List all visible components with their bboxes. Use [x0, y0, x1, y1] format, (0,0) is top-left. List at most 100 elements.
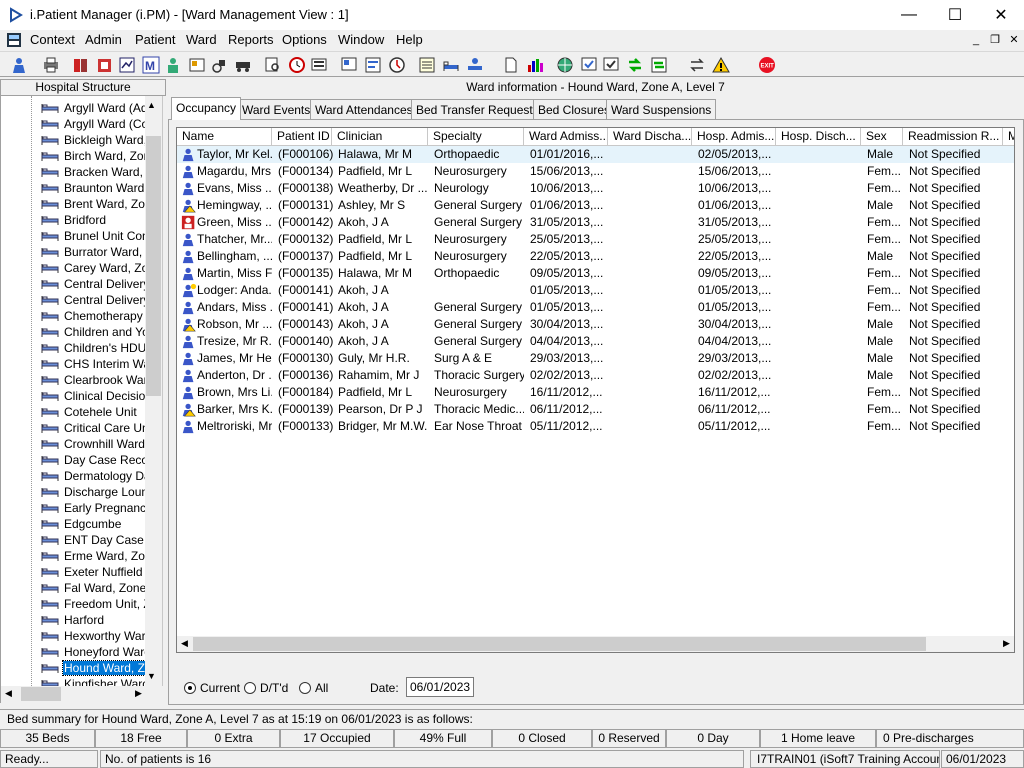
globe-icon[interactable] — [554, 54, 576, 76]
maximize-button[interactable]: ☐ — [932, 0, 978, 30]
table-row[interactable]: Evans, Miss ... (F000138) Weatherby, Dr ..… — [177, 180, 1014, 197]
tab-ward-suspensions[interactable]: Ward Suspensions — [606, 99, 717, 120]
menu-help[interactable]: Help — [396, 32, 423, 47]
table-row[interactable]: Hemingway, ... (F000131) Ashley, Mr S Gener… — [177, 197, 1014, 214]
search-doc-icon[interactable] — [262, 54, 284, 76]
bar-chart-icon[interactable] — [524, 54, 546, 76]
all-radio-label[interactable]: All — [315, 681, 328, 695]
scroll-up-icon[interactable]: ▲ — [147, 100, 156, 110]
current-radio-label[interactable]: Current — [200, 681, 240, 695]
transfer-icon[interactable] — [624, 54, 646, 76]
column-header[interactable]: M — [1003, 128, 1014, 146]
report-icon[interactable] — [362, 54, 384, 76]
monitor-icon[interactable] — [308, 54, 330, 76]
table-row[interactable]: Robson, Mr ... (F000143) Akoh, J A General … — [177, 316, 1014, 333]
table-row[interactable]: Brown, Mrs Li... (F000184) Padfield, Mr L N… — [177, 384, 1014, 401]
document-app-icon[interactable] — [6, 32, 22, 48]
menu-patient[interactable]: Patient — [135, 32, 175, 47]
tab-bed-closures[interactable]: Bed Closures — [533, 99, 616, 120]
tab-ward-attendances[interactable]: Ward Attendances — [310, 99, 418, 120]
mdi-minimize-button[interactable]: _ — [968, 33, 984, 47]
grid-scroll-right-icon[interactable]: ▶ — [1003, 638, 1010, 649]
clock-check-icon[interactable] — [386, 54, 408, 76]
table-row[interactable]: Taylor, Mr Kel... (F000106) Halawa, Mr M Or… — [177, 146, 1014, 163]
minimize-button[interactable]: — — [886, 0, 932, 30]
hospital-structure-tree[interactable]: Argyll Ward (Adul Argyll Ward (Cots Bickle… — [0, 96, 163, 686]
table-row[interactable]: Barker, Mrs K... (F000139) Pearson, Dr P J… — [177, 401, 1014, 418]
occupancy-grid[interactable]: Name Patient ID Clinician Specialty Ward Adm… — [176, 127, 1015, 653]
grid-horizontal-scrollbar[interactable]: ◀ ▶ — [177, 636, 1014, 652]
close-button[interactable]: ✕ — [978, 0, 1024, 30]
tab-ward-events[interactable]: Ward Events — [237, 99, 316, 120]
column-header[interactable]: Specialty — [428, 128, 524, 146]
table-row[interactable]: Thatcher, Mr... (F000132) Padfield, Mr L Ne… — [177, 231, 1014, 248]
swap-icon[interactable] — [686, 54, 708, 76]
column-header[interactable]: Clinician — [332, 128, 428, 146]
table-row[interactable]: James, Mr He... (F000130) Guly, Mr H.R. Sur… — [177, 350, 1014, 367]
tab-bed-transfer-requests[interactable]: Bed Transfer Requests — [411, 99, 544, 120]
nurse-icon[interactable] — [162, 54, 184, 76]
column-header[interactable]: Ward Admiss... — [524, 128, 608, 146]
tree-vertical-scrollbar[interactable]: ▲ ▼ — [145, 96, 162, 686]
column-header[interactable]: Patient ID — [272, 128, 332, 146]
bed-person-icon[interactable] — [464, 54, 486, 76]
verify-icon[interactable] — [600, 54, 622, 76]
menu-admin[interactable]: Admin — [85, 32, 122, 47]
column-header[interactable]: Sex — [861, 128, 903, 146]
table-row[interactable]: Tresize, Mr R... (F000140) Akoh, J A Genera… — [177, 333, 1014, 350]
exit-icon[interactable]: EXIT — [756, 54, 778, 76]
table-row[interactable]: Martin, Miss F... (F000135) Halawa, Mr M Or… — [177, 265, 1014, 282]
chart-icon[interactable] — [116, 54, 138, 76]
menu-reports[interactable]: Reports — [228, 32, 274, 47]
wheelchair-icon[interactable] — [208, 54, 230, 76]
clock-icon[interactable] — [286, 54, 308, 76]
m-icon[interactable]: M — [140, 54, 162, 76]
table-row[interactable]: Anderton, Dr ... (F000136) Rahamim, Mr J Th… — [177, 367, 1014, 384]
dtd-radio-label[interactable]: D/T'd — [260, 681, 288, 695]
card-icon[interactable] — [186, 54, 208, 76]
tab-occupancy[interactable]: Occupancy — [171, 97, 242, 120]
person-icon[interactable] — [8, 54, 30, 76]
scroll-left-icon[interactable]: ◀ — [5, 688, 12, 699]
document-icon[interactable] — [500, 54, 522, 76]
transport-icon[interactable] — [232, 54, 254, 76]
scroll-right-icon[interactable]: ▶ — [135, 688, 142, 699]
column-header[interactable]: Readmission R... — [903, 128, 1003, 146]
warning-icon[interactable] — [710, 54, 732, 76]
mdi-restore-button[interactable]: ❐ — [987, 33, 1003, 47]
column-header[interactable]: Ward Discha... — [608, 128, 692, 146]
green-arrows-icon[interactable] — [648, 54, 670, 76]
current-radio[interactable] — [184, 682, 196, 694]
table-row[interactable]: Andars, Miss ... (F000141) Akoh, J A Genera… — [177, 299, 1014, 316]
clinician-cell: Halawa, Mr M — [338, 266, 413, 280]
table-row[interactable]: Green, Miss ... (F000142) Akoh, J A General… — [177, 214, 1014, 231]
grid-scroll-left-icon[interactable]: ◀ — [181, 638, 188, 649]
menu-context[interactable]: Context — [30, 32, 75, 47]
date-input[interactable] — [406, 677, 474, 697]
bed-icon[interactable] — [440, 54, 462, 76]
column-header[interactable]: Hosp. Disch... — [776, 128, 861, 146]
notes-icon[interactable] — [94, 54, 116, 76]
table-row[interactable]: Bellingham, ... (F000137) Padfield, Mr L Ne… — [177, 248, 1014, 265]
column-header[interactable]: Hosp. Admis... — [692, 128, 776, 146]
scroll-down-icon[interactable]: ▼ — [147, 671, 156, 681]
table-row[interactable]: Meltroriski, Mr... (F000133) Bridger, Mr M… — [177, 418, 1014, 435]
tree-horizontal-scrollbar[interactable]: ◀ ▶ — [0, 686, 163, 703]
grid-scroll-thumb[interactable] — [193, 637, 926, 651]
mdi-close-button[interactable]: ✕ — [1006, 33, 1022, 47]
table-row[interactable]: Magardu, Mrs... (F000134) Padfield, Mr L Ne… — [177, 163, 1014, 180]
menu-options[interactable]: Options — [282, 32, 327, 47]
printer-icon[interactable] — [40, 54, 62, 76]
table-row[interactable]: Lodger: Anda... (F000141) Akoh, J A 01/05/2… — [177, 282, 1014, 299]
tree-scroll-thumb[interactable] — [146, 136, 161, 396]
column-header[interactable]: Name — [177, 128, 272, 146]
menu-ward[interactable]: Ward — [186, 32, 217, 47]
check-doc-icon[interactable] — [578, 54, 600, 76]
list-icon[interactable] — [416, 54, 438, 76]
tree-hscroll-thumb[interactable] — [21, 687, 61, 701]
all-radio[interactable] — [299, 682, 311, 694]
screen-icon[interactable] — [338, 54, 360, 76]
menu-window[interactable]: Window — [338, 32, 384, 47]
books-icon[interactable] — [70, 54, 92, 76]
dtd-radio[interactable] — [244, 682, 256, 694]
